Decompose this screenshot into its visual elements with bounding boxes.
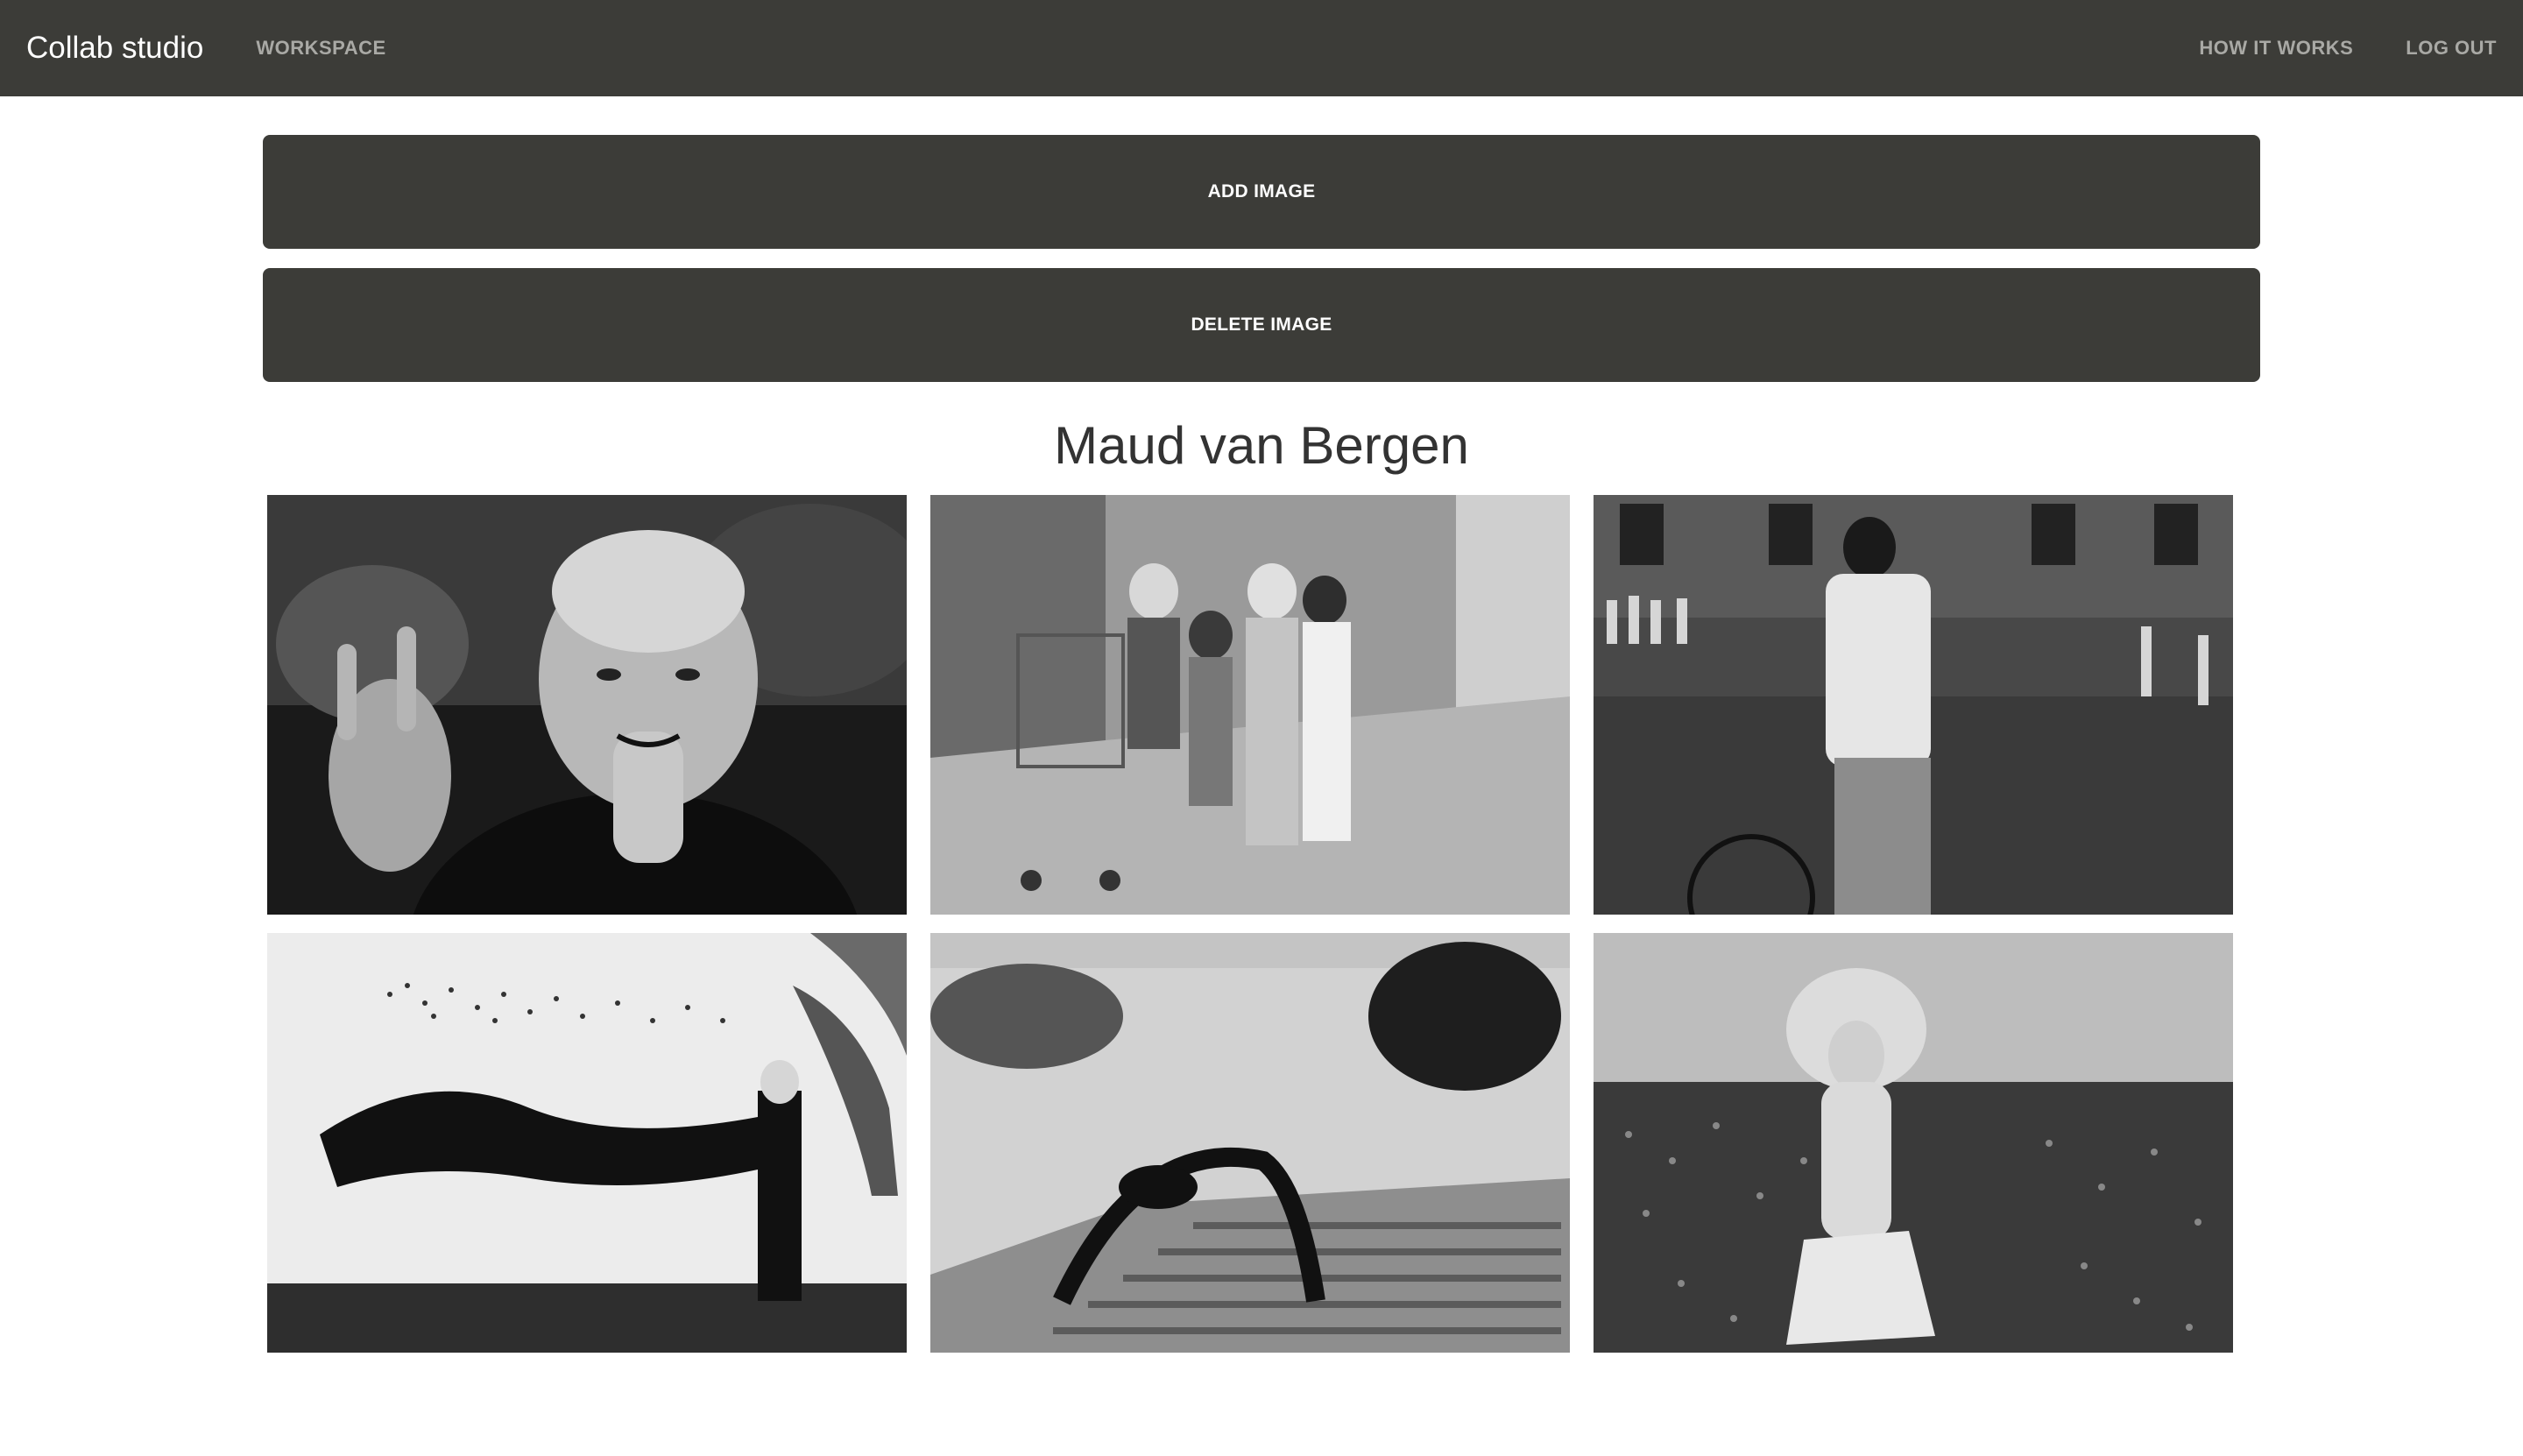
gallery-image-children[interactable] (929, 495, 1570, 915)
image-gallery (263, 495, 2260, 1353)
gallery-image-bicycle[interactable] (1593, 495, 2233, 915)
gallery-image-field[interactable] (1593, 933, 2233, 1353)
navbar: Collab studio WORKSPACE HOW IT WORKS LOG… (0, 0, 2523, 96)
nav-workspace-link[interactable]: WORKSPACE (256, 37, 385, 60)
gallery-image-fabric[interactable] (266, 933, 907, 1353)
main-container: ADD IMAGE DELETE IMAGE Maud van Bergen (263, 135, 2260, 1353)
add-image-button[interactable]: ADD IMAGE (263, 135, 2260, 249)
delete-image-button[interactable]: DELETE IMAGE (263, 268, 2260, 382)
gallery-image-dancer[interactable] (929, 933, 1570, 1353)
gallery-title: Maud van Bergen (1054, 416, 1469, 475)
gallery-image-portrait[interactable] (266, 495, 907, 915)
brand-logo[interactable]: Collab studio (26, 31, 203, 66)
nav-how-it-works-link[interactable]: HOW IT WORKS (2199, 37, 2353, 60)
nav-right-group: HOW IT WORKS LOG OUT (2199, 37, 2497, 60)
nav-log-out-link[interactable]: LOG OUT (2406, 37, 2497, 60)
